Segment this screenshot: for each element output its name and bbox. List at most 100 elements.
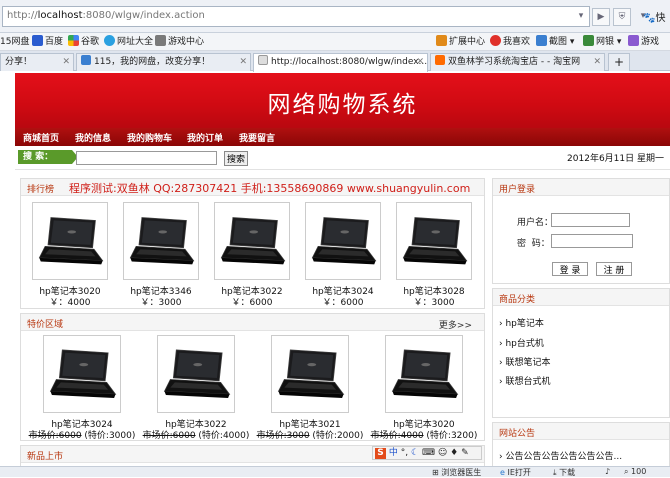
- bookmark-item[interactable]: 谷歌: [68, 35, 99, 49]
- search-input[interactable]: [76, 151, 217, 165]
- nav-my-cart[interactable]: 我的购物车: [127, 131, 172, 144]
- tab-item[interactable]: http://localhost:8080/wlgw/index... ✕: [253, 53, 428, 72]
- nav-my-orders[interactable]: 我的订单: [187, 131, 223, 144]
- announcement-header: 网站公告: [493, 423, 669, 440]
- tab-item[interactable]: 115，我的网盘，改变分享！ ✕: [76, 53, 251, 71]
- search-label: 搜 索：: [18, 150, 78, 164]
- shirt-icon: ♦: [450, 448, 459, 458]
- product-price: ￥：3000: [140, 298, 182, 308]
- chinese-mode-icon: 中: [388, 448, 398, 458]
- bookmark-item[interactable]: 网址大全: [104, 35, 153, 49]
- new-tab-button[interactable]: +: [608, 53, 630, 71]
- nav-home[interactable]: 商城首页: [23, 131, 59, 144]
- special-price: (特价:4000): [195, 431, 250, 441]
- product-image-frame[interactable]: [396, 202, 472, 280]
- laptop-image: [49, 349, 117, 398]
- category-item[interactable]: › hp笔记本: [499, 316, 544, 329]
- password-input[interactable]: [551, 234, 633, 248]
- announcement-item[interactable]: › 公告公告公告公告公告公告...: [499, 449, 622, 462]
- site-banner: 网络购物系统: [15, 73, 670, 128]
- market-price: 市场价:3000: [256, 431, 310, 441]
- more-link[interactable]: 更多>>: [439, 318, 472, 331]
- dropdown-arrow-icon[interactable]: ▾: [572, 8, 590, 26]
- keyboard-icon: ⌨: [421, 448, 435, 458]
- contact-notice: 程序测试:双鱼林 QQ:287307421 手机:13558690869 www…: [69, 182, 471, 195]
- bookmark-item[interactable]: 游戏中心: [155, 35, 204, 49]
- bookmark-item[interactable]: 网银 ▾: [583, 35, 621, 49]
- search-button[interactable]: 搜索: [224, 151, 248, 166]
- search-engine-box[interactable]: 🐾快: [643, 9, 665, 24]
- special-header: 特价区域 更多>>: [21, 314, 484, 331]
- url-host: localhost: [37, 10, 83, 21]
- special-price: (特价:3200): [423, 431, 478, 441]
- search-bar: 搜 索： 搜索 2012年6月11日 星期一: [15, 146, 670, 170]
- go-arrow-icon[interactable]: ▶: [592, 8, 610, 26]
- ie-open[interactable]: e IE打开: [500, 467, 531, 478]
- special-product[interactable]: hp笔记本3021 市场价:3000 (特价:2000): [256, 335, 364, 441]
- bookmark-item[interactable]: 游戏: [628, 35, 659, 49]
- username-input[interactable]: [551, 213, 630, 227]
- product-image-frame[interactable]: [43, 335, 121, 413]
- laptop-image: [38, 217, 104, 265]
- game-icon: [628, 35, 639, 46]
- browser-doctor[interactable]: ⊞ 浏览器医生: [432, 467, 481, 478]
- close-icon[interactable]: ✕: [239, 54, 247, 70]
- login-header: 用户登录: [493, 179, 669, 196]
- shield-icon[interactable]: ⛨: [613, 8, 631, 26]
- url-rest: :8080/wlgw/index.action: [82, 10, 205, 21]
- product-image-frame[interactable]: [32, 202, 108, 280]
- bookmark-item[interactable]: 截图 ▾: [536, 35, 574, 49]
- product-image-frame[interactable]: [385, 335, 463, 413]
- tab-item[interactable]: 分享！ ✕: [0, 53, 74, 71]
- product-price: 市场价:4000 (特价:3200): [370, 428, 478, 441]
- ranking-product[interactable]: hp笔记本3346 ￥：3000: [123, 202, 199, 308]
- product-image-frame[interactable]: [271, 335, 349, 413]
- special-product[interactable]: hp笔记本3022 市场价:6000 (特价:4000): [142, 335, 250, 441]
- laptop-image: [391, 349, 459, 398]
- bookmark-item[interactable]: 15网盘: [0, 35, 29, 49]
- ranking-product[interactable]: hp笔记本3020 ￥：4000: [32, 202, 108, 308]
- ranking-product[interactable]: hp笔记本3022 ￥：6000: [214, 202, 290, 308]
- download-status[interactable]: ⤓ 下载: [553, 467, 575, 478]
- product-image-frame[interactable]: [305, 202, 381, 280]
- bookmark-item[interactable]: 百度: [32, 35, 63, 49]
- login-button[interactable]: 登 录: [552, 262, 588, 276]
- sogou-s-icon: S: [375, 448, 386, 459]
- category-item[interactable]: › 联想台式机: [499, 374, 550, 387]
- zoom-control[interactable]: ⌕ 100: [624, 467, 646, 477]
- nav-my-info[interactable]: 我的信息: [75, 131, 111, 144]
- category-item[interactable]: › 联想笔记本: [499, 355, 550, 368]
- laptop-image: [277, 349, 345, 398]
- close-icon[interactable]: ✕: [62, 54, 70, 70]
- punctuation-icon: °,: [400, 448, 409, 458]
- category-title: 商品分类: [499, 295, 536, 305]
- product-image-frame[interactable]: [123, 202, 199, 280]
- ranking-product[interactable]: hp笔记本3024 ￥：6000: [305, 202, 381, 308]
- special-product[interactable]: hp笔记本3020 市场价:4000 (特价:3200): [370, 335, 478, 441]
- announcement-panel: 网站公告 › 公告公告公告公告公告公告...: [492, 422, 670, 467]
- download-icon: ⤓: [553, 468, 557, 477]
- special-product[interactable]: hp笔记本3024 市场价:6000 (特价:3000): [28, 335, 136, 441]
- laptop-image: [402, 217, 468, 265]
- ranking-product[interactable]: hp笔记本3028 ￥：3000: [396, 202, 472, 308]
- bookmark-item[interactable]: 我喜欢: [490, 35, 530, 49]
- category-item[interactable]: › hp台式机: [499, 336, 544, 349]
- close-icon[interactable]: ✕: [416, 54, 424, 70]
- bookmark-item[interactable]: 扩展中心: [436, 35, 485, 49]
- product-image-frame[interactable]: [157, 335, 235, 413]
- product-image-frame[interactable]: [214, 202, 290, 280]
- puzzle-icon: [436, 35, 447, 46]
- scissors-icon: [536, 35, 547, 46]
- register-button[interactable]: 注 册: [596, 262, 632, 276]
- ime-toolbar[interactable]: S 中 °, ☾ ⌨ ☺ ♦ ✎: [372, 446, 482, 460]
- wrench-icon: ✎: [461, 448, 469, 458]
- new-arrivals-title: 新品上市: [27, 452, 64, 462]
- speaker-icon[interactable]: ♪: [605, 467, 610, 476]
- nav-leave-message[interactable]: 我要留言: [239, 131, 275, 144]
- tab-item[interactable]: 双鱼林学习系统淘宝店 - - 淘宝网 ✕: [430, 53, 605, 71]
- close-icon[interactable]: ✕: [593, 54, 601, 70]
- paw-icon: 🐾: [643, 13, 656, 24]
- product-price: 市场价:6000 (特价:4000): [142, 428, 250, 441]
- url-input[interactable]: http://localhost:8080/wlgw/index.action: [2, 6, 590, 27]
- magnifier-icon: ⌕: [624, 467, 629, 476]
